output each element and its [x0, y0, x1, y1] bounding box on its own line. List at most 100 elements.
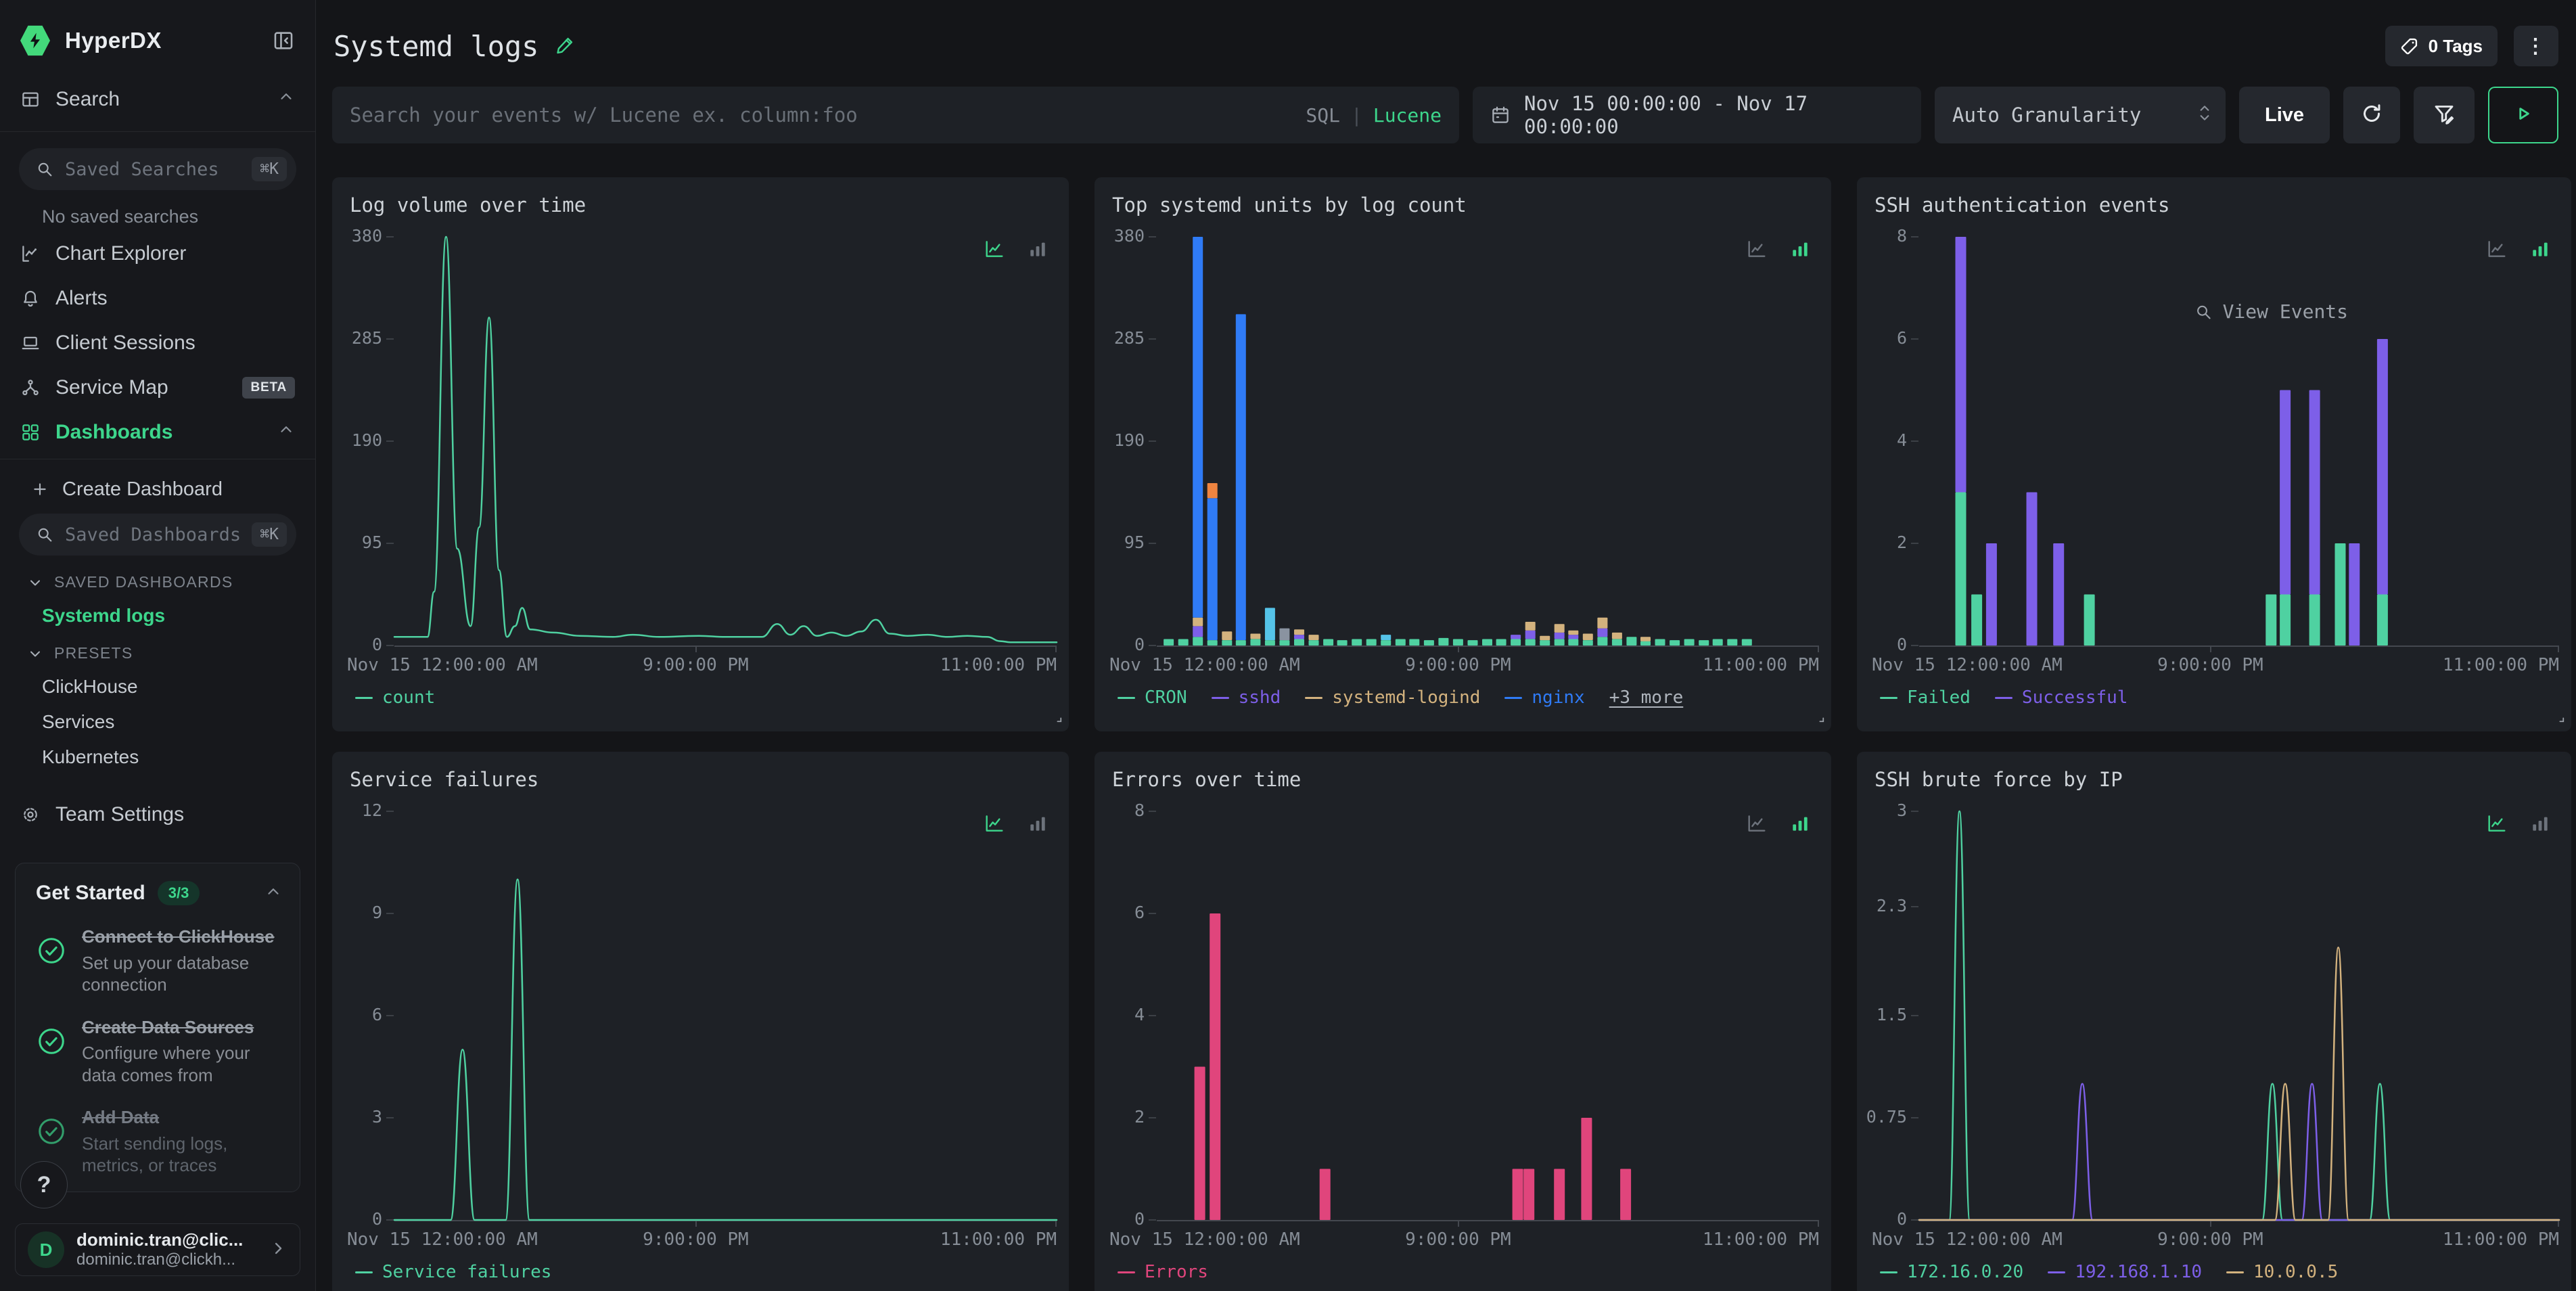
tags-label: 0 Tags	[2429, 36, 2483, 57]
filter-button[interactable]	[2414, 87, 2475, 143]
sidebar-item-kubernetes[interactable]: Kubernetes	[0, 733, 315, 768]
y-tick-label: 285	[332, 328, 382, 348]
x-tick-mark	[695, 1220, 697, 1227]
presets-section[interactable]: PRESETS	[0, 627, 315, 662]
y-tick-label: 95	[1095, 533, 1145, 552]
chart-legend: count	[355, 687, 435, 708]
legend-item[interactable]: sshd	[1212, 687, 1281, 708]
view-events-label: View Events	[2223, 300, 2348, 323]
chart-plot: 036912Nov 15 12:00:00 AM9:00:00 PM11:00:…	[332, 752, 1069, 1291]
x-axis-line	[394, 646, 1057, 647]
y-tick-mark	[1149, 645, 1156, 646]
chevron-up-icon[interactable]	[264, 883, 282, 904]
chart-legend: Service failures	[355, 1262, 551, 1282]
get-started-step[interactable]: Add Data Start sending logs, metrics, or…	[36, 1106, 282, 1177]
run-query-button[interactable]	[2488, 87, 2558, 143]
sidebar-item-label: Dashboards	[55, 421, 172, 444]
sidebar-item-service-map[interactable]: Service Map BETA	[0, 365, 315, 410]
view-events-button[interactable]: View Events	[2194, 300, 2348, 323]
chart-canvas	[1157, 237, 1819, 646]
more-options-button[interactable]: ⋮	[2514, 26, 2558, 66]
y-tick-label: 0	[332, 635, 382, 654]
chart-legend: 172.16.0.20 192.168.1.10 10.0.0.5	[1880, 1262, 2338, 1282]
sidebar-item-services[interactable]: Services	[0, 698, 315, 733]
create-dashboard-button[interactable]: Create Dashboard	[0, 459, 315, 504]
live-button[interactable]: Live	[2239, 87, 2330, 143]
help-button[interactable]: ?	[20, 1161, 68, 1208]
resize-handle-icon[interactable]	[2554, 1286, 2566, 1291]
sidebar-item-systemd-logs[interactable]: Systemd logs	[0, 591, 315, 627]
legend-item[interactable]: count	[355, 687, 435, 708]
legend-label: Successful	[2022, 687, 2128, 708]
saved-searches-input[interactable]: Saved Searches ⌘K	[19, 148, 296, 190]
y-tick-mark	[1149, 338, 1156, 340]
legend-swatch	[1305, 697, 1322, 699]
y-tick-mark	[1149, 236, 1156, 237]
legend-item[interactable]: nginx	[1504, 687, 1584, 708]
sidebar-item-search[interactable]: Search	[0, 77, 315, 122]
search-icon	[35, 160, 54, 179]
legend-item[interactable]: 192.168.1.10	[2048, 1262, 2202, 1282]
legend-item[interactable]: Service failures	[355, 1262, 551, 1282]
legend-swatch	[1880, 1271, 1898, 1273]
resize-handle-icon[interactable]	[2554, 712, 2566, 727]
y-tick-label: 0	[1857, 635, 1907, 654]
y-tick-mark	[1911, 236, 1918, 237]
chevron-up-icon[interactable]	[277, 88, 295, 111]
legend-item[interactable]: CRON	[1118, 687, 1187, 708]
sql-mode-toggle[interactable]: SQL	[1306, 104, 1340, 127]
sidebar-item-alerts[interactable]: Alerts	[0, 276, 315, 321]
legend-item[interactable]: systemd-logind	[1305, 687, 1480, 708]
get-started-step[interactable]: Create Data Sources Configure where your…	[36, 1016, 282, 1087]
sidebar-item-label: Client Sessions	[55, 332, 196, 355]
x-tick-label: 9:00:00 PM	[643, 1229, 749, 1250]
resize-handle-icon[interactable]	[1814, 712, 1826, 727]
y-tick-label: 3	[1857, 800, 1907, 820]
panel-service-failures: Service failures 036912Nov 15 12:00:00 A…	[332, 752, 1069, 1291]
y-tick-label: 9	[332, 903, 382, 922]
sidebar-item-team-settings[interactable]: Team Settings	[0, 792, 315, 837]
x-tick-label: 9:00:00 PM	[1405, 1229, 1511, 1250]
y-tick-label: 1.5	[1857, 1005, 1907, 1024]
y-tick-label: 0	[1095, 1209, 1145, 1229]
chevron-up-icon[interactable]	[277, 421, 295, 444]
legend-item[interactable]: 10.0.0.5	[2226, 1262, 2338, 1282]
legend-label: 192.168.1.10	[2075, 1262, 2202, 1282]
user-menu[interactable]: D dominic.tran@clic... dominic.tran@clic…	[15, 1223, 300, 1276]
collapse-sidebar-icon[interactable]	[272, 29, 295, 52]
sidebar-item-client-sessions[interactable]: Client Sessions	[0, 321, 315, 365]
resize-handle-icon[interactable]	[1814, 1286, 1826, 1291]
saved-dashboards-input[interactable]: Saved Dashboards ⌘K	[19, 514, 296, 556]
legend-item[interactable]: Successful	[1995, 687, 2128, 708]
sidebar-item-chart-explorer[interactable]: Chart Explorer	[0, 231, 315, 276]
saved-dashboards-section[interactable]: SAVED DASHBOARDS	[0, 556, 315, 591]
granularity-select[interactable]: Auto Granularity	[1935, 87, 2226, 143]
y-tick-label: 0	[332, 1209, 382, 1229]
resize-handle-icon[interactable]	[1051, 1286, 1063, 1291]
sidebar-item-dashboards[interactable]: Dashboards	[0, 410, 315, 455]
lucene-mode-toggle[interactable]: Lucene	[1373, 104, 1442, 127]
resize-handle-icon[interactable]	[1051, 712, 1063, 727]
y-tick-label: 3	[332, 1107, 382, 1127]
tags-button[interactable]: 0 Tags	[2385, 26, 2498, 66]
y-tick-mark	[1149, 543, 1156, 544]
x-tick-label: 9:00:00 PM	[2157, 655, 2263, 675]
legend-item[interactable]: Failed	[1880, 687, 1971, 708]
y-tick-mark	[386, 1219, 394, 1221]
legend-item[interactable]: 172.16.0.20	[1880, 1262, 2023, 1282]
refresh-button[interactable]	[2343, 87, 2400, 143]
x-tick-label: 9:00:00 PM	[1405, 655, 1511, 675]
panel-top-units: Top systemd units by log count 095190285…	[1095, 177, 1831, 731]
legend-item[interactable]: Errors	[1118, 1262, 1208, 1282]
legend-label: Failed	[1907, 687, 1971, 708]
main-content: Systemd logs 0 Tags ⋮ Search your events…	[316, 0, 2576, 1291]
get-started-step[interactable]: Connect to ClickHouse Set up your databa…	[36, 926, 282, 996]
event-search-input[interactable]: Search your events w/ Lucene ex. column:…	[332, 87, 1459, 143]
date-range-picker[interactable]: Nov 15 00:00:00 - Nov 17 00:00:00	[1473, 87, 1921, 143]
legend-more-link[interactable]: +3 more	[1609, 687, 1684, 708]
chart-canvas	[1919, 811, 2559, 1220]
plus-icon	[31, 480, 49, 498]
edit-title-icon[interactable]	[555, 34, 576, 59]
x-tick-label: Nov 15 12:00:00 AM	[1109, 655, 1300, 675]
sidebar-item-clickhouse[interactable]: ClickHouse	[0, 662, 315, 698]
